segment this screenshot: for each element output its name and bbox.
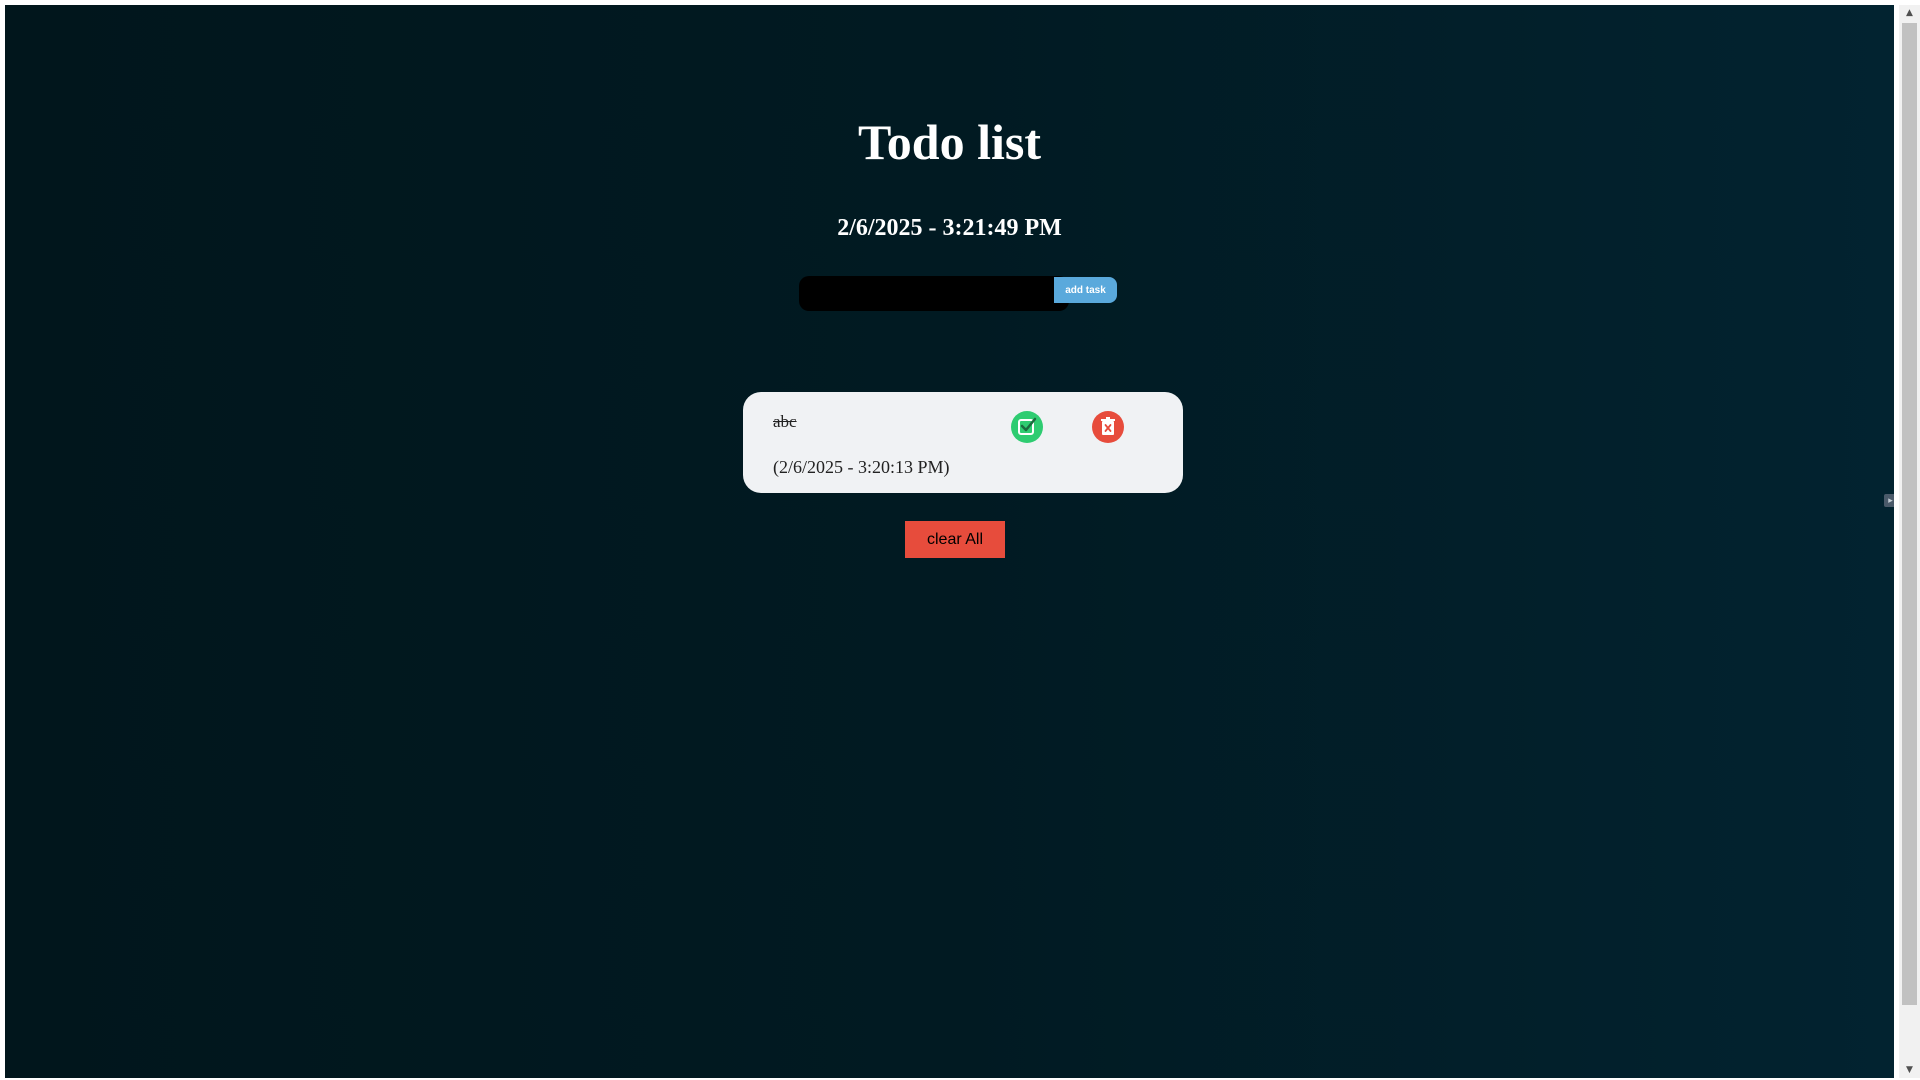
clear-all-button[interactable]: clear All: [905, 521, 1005, 558]
vertical-scrollbar[interactable]: ▲ ▼: [1899, 5, 1920, 1078]
page-title: Todo list: [858, 114, 1041, 170]
complete-task-button[interactable]: [1011, 411, 1043, 443]
add-task-button[interactable]: add task: [1054, 277, 1117, 303]
current-datetime: 2/6/2025 - 3:21:49 PM: [837, 215, 1062, 241]
task-text: abc: [773, 412, 797, 431]
extension-tab-icon[interactable]: ▸: [1884, 494, 1894, 507]
task-input[interactable]: [799, 276, 1069, 311]
trash-x-icon: [1101, 417, 1115, 435]
check-square-icon: [1018, 417, 1037, 435]
app-viewport: Todo list 2/6/2025 - 3:21:49 PM add task…: [5, 5, 1894, 1078]
delete-task-button[interactable]: [1092, 411, 1124, 443]
task-card: abc (2/6/2025 - 3:20:13 PM): [743, 392, 1183, 493]
task-timestamp: (2/6/2025 - 3:20:13 PM): [773, 457, 950, 477]
scroll-down-icon[interactable]: ▼: [1899, 1062, 1920, 1078]
scroll-up-icon[interactable]: ▲: [1899, 5, 1920, 21]
scrollbar-thumb[interactable]: [1902, 23, 1917, 1005]
